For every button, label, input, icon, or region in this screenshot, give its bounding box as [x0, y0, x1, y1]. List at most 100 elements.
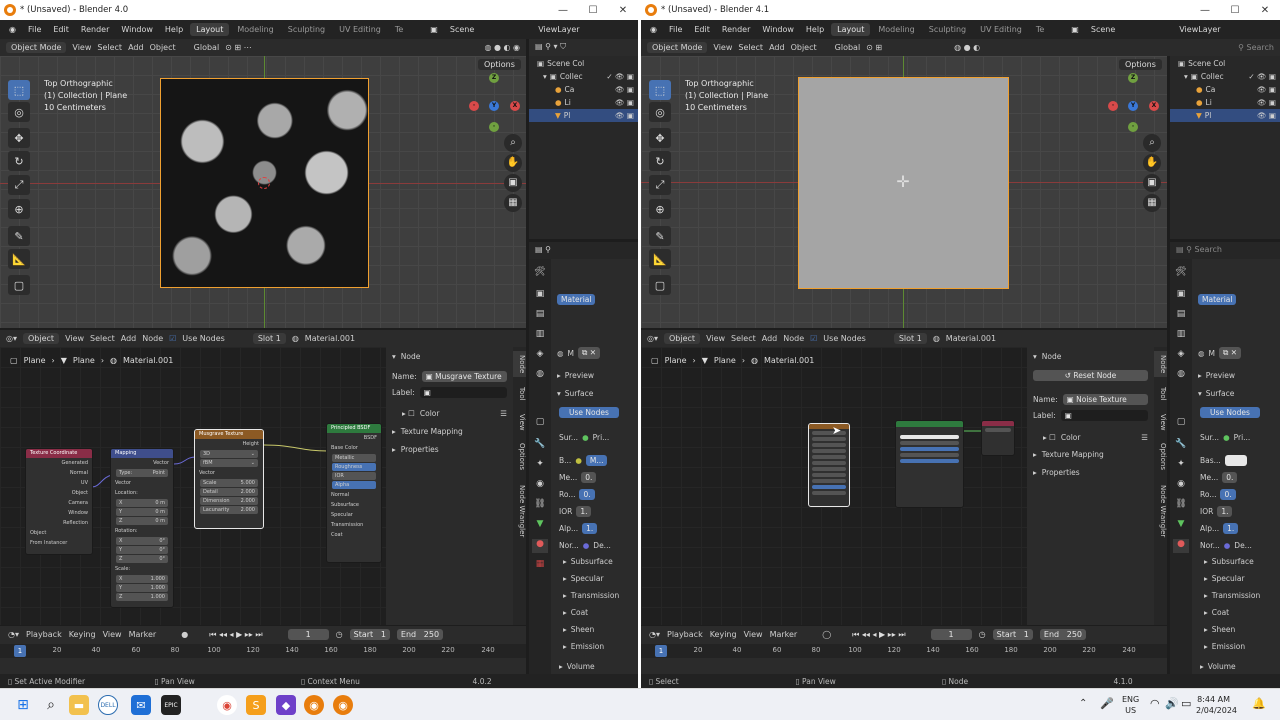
start-frame-field[interactable]: Start 1 — [349, 629, 390, 640]
workspace-tab-uv[interactable]: UV Editing — [333, 23, 387, 36]
gizmo-neg-z-icon[interactable]: · — [489, 122, 499, 132]
menu-file[interactable]: File — [664, 25, 687, 34]
prop-row-base-color[interactable]: B... ● M... — [559, 453, 608, 467]
github-desktop-icon[interactable]: ◆ — [276, 695, 296, 715]
prop-row-normal[interactable]: Nor... ● De... — [1200, 538, 1252, 552]
tool-move[interactable]: ✥ — [8, 128, 30, 148]
node-label-field[interactable]: ▣ — [419, 387, 507, 398]
options-button[interactable]: Options — [478, 59, 521, 70]
texture-mapping-panel[interactable]: ▸ Texture Mapping — [1033, 447, 1148, 462]
outliner-camera[interactable]: ● Ca 👁 ▣ — [529, 83, 638, 96]
workspace-tab-sculpting[interactable]: Sculpting — [282, 23, 331, 36]
editor-type-icon[interactable]: ◔▾ — [649, 630, 660, 639]
shading-icons[interactable]: ◍ ● ◐ ◉ — [484, 43, 520, 52]
sub-emission[interactable]: ▸ Emission — [563, 639, 604, 653]
timeline-menu-marker[interactable]: Marker — [770, 630, 798, 639]
tab-material-icon[interactable]: ● — [1173, 539, 1189, 553]
vtab-node-wrangler[interactable]: Node Wrangler — [513, 481, 526, 541]
surface-panel[interactable]: ▾ Surface — [1198, 386, 1234, 400]
clock-icon[interactable]: ◷ — [979, 630, 986, 639]
workspace-tab-uv[interactable]: UV Editing — [974, 23, 1028, 36]
visibility-icon[interactable]: 👁 ▣ — [615, 111, 638, 120]
maximize-icon[interactable]: ☐ — [1220, 5, 1250, 16]
timeline-menu-keying[interactable]: Keying — [69, 630, 96, 639]
node-noise-texture[interactable] — [808, 423, 850, 507]
pan-hand-icon[interactable]: ✋ — [1143, 154, 1161, 172]
timeline-ruler[interactable]: 1 20 40 60 80 100 120 140 160 180 200 22… — [641, 644, 1167, 658]
slot-dropdown[interactable]: Slot 1 — [893, 333, 927, 344]
snap-icon[interactable]: ⊙ ⊞ ⋯ — [225, 43, 252, 52]
editor-type-icon[interactable]: ◔▾ — [8, 630, 19, 639]
workspace-tab-sculpting[interactable]: Sculpting — [923, 23, 972, 36]
menu-window[interactable]: Window — [757, 25, 799, 34]
playhead[interactable]: 1 — [14, 645, 26, 657]
snap-icon[interactable]: ⊙ ⊞ — [866, 43, 882, 52]
material-name[interactable]: Material.001 — [305, 334, 355, 343]
tab-physics-icon[interactable]: ◉ — [1173, 479, 1189, 493]
visibility-icon[interactable]: ✓ 👁 ▣ — [1248, 72, 1280, 81]
vtab-node-wrangler[interactable]: Node Wrangler — [1154, 481, 1167, 541]
blender-taskbar-icon-1[interactable]: ◉ — [304, 695, 324, 715]
tab-data-icon[interactable]: ▼ — [532, 519, 548, 533]
tab-world-icon[interactable]: ◍ — [1173, 369, 1189, 383]
search-icon[interactable]: ⌕ — [41, 695, 61, 715]
scene-icon[interactable]: ▣ — [425, 25, 443, 34]
current-frame-field[interactable]: 1 — [287, 629, 329, 640]
prop-row-alpha[interactable]: Alp... 1. — [1200, 521, 1239, 535]
shader-type-dropdown[interactable]: Object — [664, 333, 701, 344]
material-slot-item[interactable]: Material — [1198, 293, 1237, 305]
pan-hand-icon[interactable]: ✋ — [504, 154, 522, 172]
tab-view-layer-icon[interactable]: ▥ — [532, 329, 548, 343]
tab-tool-icon[interactable]: 🛠 — [532, 267, 548, 281]
microphone-icon[interactable]: 🎤 — [1100, 697, 1114, 710]
scene-icon[interactable]: ▣ — [1066, 25, 1084, 34]
node-menu-select[interactable]: Select — [90, 334, 115, 343]
tool-add-cube[interactable]: ▢ — [649, 275, 671, 295]
vtab-node[interactable]: Node — [1154, 351, 1167, 377]
reset-node-button[interactable]: ↺ Reset Node — [1033, 370, 1148, 381]
tool-cursor[interactable]: ◎ — [8, 102, 30, 122]
prop-row-metallic[interactable]: Me... 0. — [559, 470, 597, 484]
vtab-options[interactable]: Options — [513, 439, 526, 475]
gizmo-z-icon[interactable]: Z — [489, 73, 499, 83]
material-selector[interactable]: ◍ M ⧉ ✕ — [1198, 346, 1242, 360]
gizmo-y-icon[interactable]: Y — [1128, 101, 1138, 111]
tool-scale[interactable]: ⤢ — [649, 175, 671, 195]
scene-selector[interactable]: Scene — [445, 25, 479, 34]
tool-rotate[interactable]: ↻ — [649, 151, 671, 171]
sub-sheen[interactable]: ▸ Sheen — [563, 622, 594, 636]
options-button[interactable]: Options — [1119, 59, 1162, 70]
viewport-menu-object[interactable]: Object — [791, 43, 817, 52]
node-section-header[interactable]: ▾ Node — [392, 349, 507, 364]
shading-icons[interactable]: ◍ ● ◐ — [954, 43, 980, 52]
3d-viewport[interactable]: Top Orthographic (1) Collection | Plane … — [0, 56, 526, 328]
gizmo-neg-x-icon[interactable]: · — [469, 101, 479, 111]
sub-subsurface[interactable]: ▸ Subsurface — [1204, 554, 1254, 568]
tool-cursor[interactable]: ◎ — [649, 102, 671, 122]
sub-emission[interactable]: ▸ Emission — [1204, 639, 1245, 653]
tab-constraints-icon[interactable]: ⛓ — [1173, 499, 1189, 513]
viewport-menu-object[interactable]: Object — [150, 43, 176, 52]
mail-icon[interactable]: ✉ — [131, 695, 151, 715]
tab-particles-icon[interactable]: ✦ — [532, 459, 548, 473]
node-editor-canvas[interactable]: ▢ Plane › ▼ Plane › ◍ Material.001 ➤ — [641, 347, 1027, 625]
node-menu-select[interactable]: Select — [731, 334, 756, 343]
node-menu-node[interactable]: Node — [142, 334, 163, 343]
properties-search[interactable]: Search — [1195, 245, 1222, 254]
outliner-search[interactable]: ⚲ Search — [1238, 43, 1274, 52]
viewlayer-selector[interactable]: ViewLayer — [1174, 25, 1225, 34]
tab-material-icon[interactable]: ● — [532, 539, 548, 553]
clock-icon[interactable]: ◷ — [336, 630, 343, 639]
current-frame-field[interactable]: 1 — [930, 629, 972, 640]
visibility-icon[interactable]: 👁 ▣ — [1257, 98, 1280, 107]
blender-menu-icon[interactable]: ◉ — [645, 25, 662, 34]
node-menu-node[interactable]: Node — [783, 334, 804, 343]
timeline-menu-playback[interactable]: Playback — [26, 630, 62, 639]
menu-help[interactable]: Help — [160, 25, 188, 34]
battery-icon[interactable]: ▭ — [1181, 697, 1191, 710]
zoom-icon[interactable]: ⌕ — [504, 134, 522, 152]
gizmo-neg-x-icon[interactable]: · — [1108, 101, 1118, 111]
outliner-scene-collection[interactable]: ▣ Scene Col — [1170, 57, 1280, 70]
node-menu-view[interactable]: View — [706, 334, 725, 343]
close-icon[interactable]: ✕ — [608, 5, 638, 16]
